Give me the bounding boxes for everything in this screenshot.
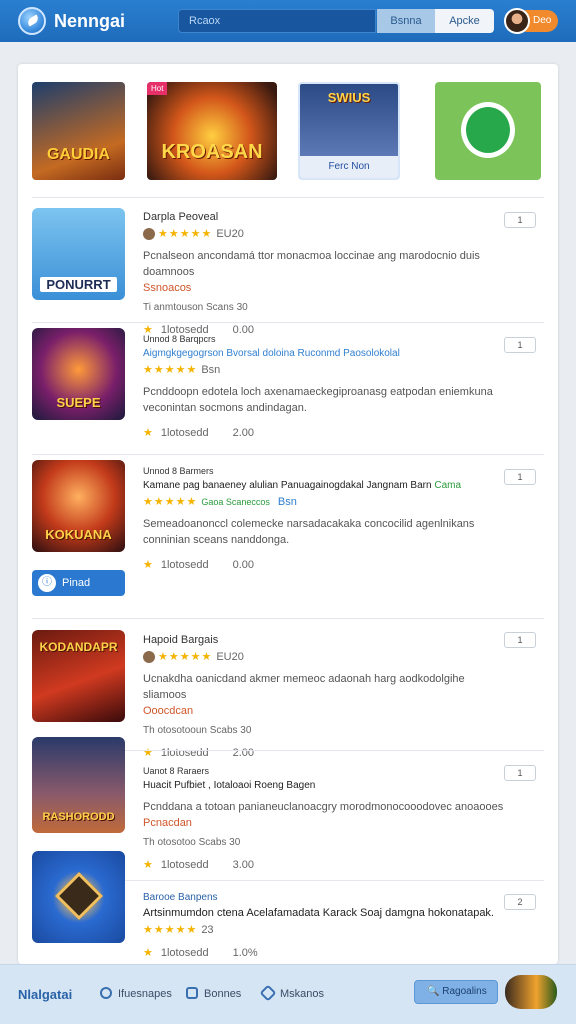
app-name: Uanot 8 Raraers [143, 766, 210, 776]
app-name: Unnod 8 Barmers [143, 466, 214, 476]
top-bar: Nenngai Rcaox Bsnna Apcke Deo [0, 0, 576, 42]
header-apps-button[interactable]: Apcke [435, 9, 494, 33]
item-action-button[interactable]: 1 [504, 337, 536, 353]
header-primary-button[interactable]: Bsnna [377, 9, 435, 33]
item-action-button[interactable]: 1 [504, 469, 536, 485]
featured-title: SWIUS [327, 90, 371, 105]
list-icon [186, 987, 198, 999]
app-stats: ★ 1lotosedd 0.00 [143, 559, 255, 571]
brand-title: Nenngai [54, 11, 126, 31]
footer-avatar[interactable] [505, 975, 557, 1009]
app-thumbnail[interactable]: SUEPE [32, 328, 125, 420]
item-action-button[interactable]: 1 [504, 765, 536, 781]
featured-label: Ferc Non [300, 156, 398, 178]
app-thumbnail[interactable]: PONURRT [32, 208, 125, 300]
featured-tile[interactable] [435, 82, 541, 180]
install-button[interactable]: ⓘ Pinad [32, 570, 125, 596]
app-subtitle: Kamane pag banaeney alulian Panuagainogd… [143, 480, 462, 491]
app-subtitle: Artsinmumdon ctena Acelafamadata Karack … [143, 907, 494, 919]
app-description: Pcnddana a totoan panianeuclanoacgry mor… [143, 801, 504, 813]
frog-mascot-icon [461, 102, 515, 158]
app-info: Unnod 8 Barqpcrs Aigmgkgegogrson Bvorsal… [143, 334, 508, 439]
app-name: Unnod 8 Barqpcrs [143, 334, 216, 344]
app-name: Darpla Peoveal [143, 211, 219, 223]
rating-stars: ★★★★★ EU20 [143, 650, 508, 664]
app-desc-tag: Pcnacdan [143, 817, 192, 829]
app-info: Barooe Banpens Artsinmumdon ctena Acelaf… [143, 892, 508, 959]
thumb-title: KOKUANA [45, 527, 112, 542]
app-thumbnail[interactable] [32, 851, 125, 943]
rating-stars: ★★★★★ Bsn [143, 364, 221, 376]
app-info: Uanot 8 Raraers Huacit Pufbiet , Iotaloa… [143, 766, 508, 871]
footer-nav-item[interactable]: Bonnes [186, 987, 241, 1000]
main-card: GAUDIA Hot KROASAN SWIUS Ferc Non PONURR… [18, 64, 558, 964]
app-description: Ucnakdha oanicdand akmer memeoc adaonah … [143, 673, 465, 702]
app-name: Barooe Banpens [143, 892, 218, 903]
app-logo-icon[interactable] [18, 7, 46, 35]
divider [32, 197, 544, 198]
featured-tile[interactable]: GAUDIA [32, 82, 125, 180]
emblem-icon [54, 871, 104, 921]
info-icon: ⓘ [38, 574, 56, 592]
footer-nav-item[interactable]: Ifuesnapes [100, 987, 172, 1000]
app-stats: ★ 1lotosedd 2.00 [143, 747, 255, 760]
app-thumbnail[interactable]: KOKUANA [32, 460, 125, 552]
app-description: Pcnddoopn edotela loch axenamaeckegiproa… [143, 386, 493, 414]
app-stats: ★ 1lotosedd 3.00 [143, 859, 255, 871]
footer-nav-item[interactable]: Mskanos [259, 984, 324, 1002]
app-meta: Th otosotoo Scabs 30 [143, 837, 241, 848]
item-action-button[interactable]: 2 [504, 894, 536, 910]
divider [32, 322, 544, 323]
divider [32, 618, 544, 619]
featured-tile[interactable]: SWIUS Ferc Non [298, 82, 400, 180]
featured-title: GAUDIA [46, 146, 111, 163]
app-subtitle: Huacit Pufbiet , Iotaloaoi Roeng Bagen [143, 780, 316, 791]
featured-tile[interactable]: Hot KROASAN [147, 82, 277, 180]
app-meta: Ti anmtouson Scans 30 [143, 302, 248, 314]
footer-search-button[interactable]: 🔍 Ragoalins [414, 980, 498, 1004]
app-name: Hapoid Bargais [143, 634, 219, 646]
app-thumbnail[interactable]: RASHORODD [32, 737, 125, 833]
app-description: Semeadoanonccl colemecke narsadacakaka c… [143, 518, 475, 546]
thumb-title: PONURRT [40, 277, 117, 292]
footer-brand: Nlalgatai [18, 987, 73, 1002]
divider [32, 454, 544, 455]
search-input[interactable]: Rcaox [178, 9, 376, 33]
bottom-bar: Nlalgatai Ifuesnapes Bonnes Mskanos 🔍 Ra… [0, 964, 576, 1024]
rating-stars: ★★★★★ 23 [143, 924, 214, 936]
app-stats: ★ 1lotosedd 1.0% [143, 947, 258, 959]
rating-stars: ★★★★★ EU20 [143, 227, 508, 241]
app-meta: Th otosotooun Scabs 30 [143, 725, 252, 737]
app-stats: ★ 1lotosedd 2.00 [143, 427, 255, 439]
rating-stars: ★★★★★ Gaoa Scaneccos Bsn [143, 496, 297, 508]
item-action-button[interactable]: 1 [504, 632, 536, 648]
app-info: Hapoid Bargais ★★★★★ EU20 Ucnakdha oanicd… [143, 634, 508, 759]
item-action-button[interactable]: 1 [504, 212, 536, 228]
app-desc-tag: Ooocdcan [143, 705, 194, 718]
thumb-title: KODANDAPR [39, 640, 118, 654]
globe-icon [100, 987, 112, 999]
featured-title: KROASAN [161, 141, 263, 163]
app-subtitle: Aigmgkgegogrson Bvorsal doloina Ruconmd … [143, 348, 400, 359]
thumb-title: RASHORODD [42, 811, 115, 823]
diamond-icon [259, 984, 277, 1002]
user-avatar[interactable] [504, 8, 530, 34]
hot-badge: Hot [147, 82, 168, 95]
thumb-title: SUEPE [56, 395, 101, 410]
app-info: Unnod 8 Barmers Kamane pag banaeney alul… [143, 466, 508, 571]
app-info: Darpla Peoveal ★★★★★ EU20 Pcnalseon ancon… [143, 211, 508, 336]
app-desc-tag: Ssnoacos [143, 282, 192, 295]
app-description: Pcnalseon ancondamá ttor monacmoa loccin… [143, 250, 480, 279]
app-thumbnail[interactable]: KODANDAPR [32, 630, 125, 722]
